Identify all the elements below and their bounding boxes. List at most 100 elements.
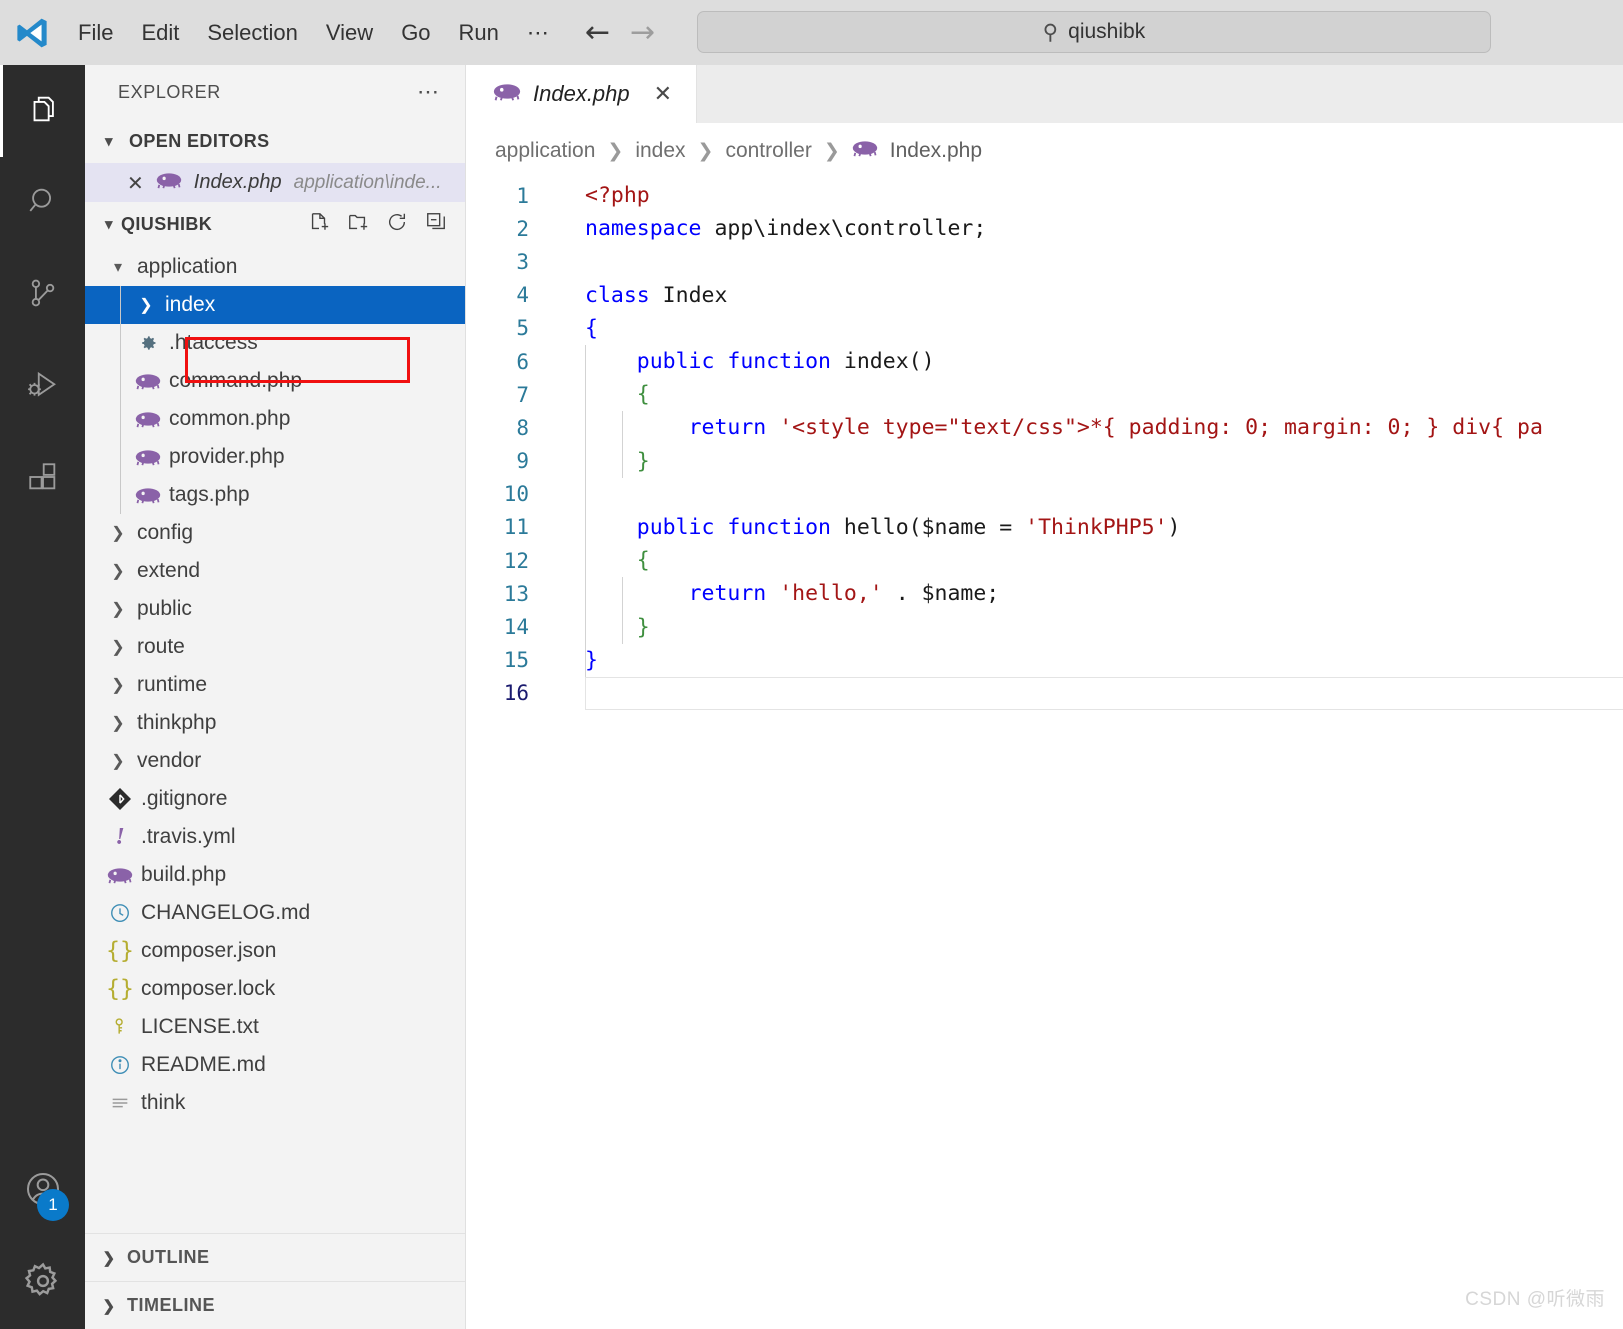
tree-item-provider-php[interactable]: provider.php <box>85 438 465 476</box>
code-line[interactable]: 2 namespace app\index\controller; <box>467 212 1623 245</box>
menu-edit[interactable]: Edit <box>127 14 193 52</box>
code-line[interactable]: 12 { <box>467 544 1623 577</box>
activity-search[interactable] <box>0 157 85 249</box>
menu-go[interactable]: Go <box>387 14 444 52</box>
line-number: 16 <box>503 681 529 706</box>
tree-item-index[interactable]: ❯ index <box>85 286 465 324</box>
tree-item-common-php[interactable]: common.php <box>85 400 465 438</box>
code-token: { <box>585 315 598 341</box>
tree-item-readme-md[interactable]: README.md <box>85 1046 465 1084</box>
code-editor[interactable]: 1 <?php 2 namespace app\index\controller; 3 4… <box>467 179 1623 1329</box>
tree-item-thinkphp[interactable]: ❯ thinkphp <box>85 704 465 742</box>
collapse-all-icon[interactable] <box>425 211 447 238</box>
activity-settings[interactable] <box>0 1237 85 1329</box>
close-icon[interactable]: ✕ <box>127 171 144 195</box>
json-icon: {} <box>106 938 134 964</box>
menu-view[interactable]: View <box>312 14 387 52</box>
code-line[interactable]: 7 { <box>467 378 1623 411</box>
code-line[interactable]: 15} <box>467 644 1623 677</box>
ellipsis-icon[interactable]: ⋯ <box>417 79 441 105</box>
tree-item-think[interactable]: think <box>85 1084 465 1122</box>
section-timeline[interactable]: ❯ TIMELINE <box>85 1281 465 1329</box>
outline-label: OUTLINE <box>127 1247 210 1267</box>
code-line[interactable]: 14 } <box>467 610 1623 643</box>
tree-item-gitignore[interactable]: .gitignore <box>85 780 465 818</box>
code-line[interactable]: 10 <box>467 478 1623 511</box>
menu-file[interactable]: File <box>64 14 127 52</box>
tree-item-extend[interactable]: ❯ extend <box>85 552 465 590</box>
tree-item-label: extend <box>137 559 201 582</box>
activity-account[interactable]: 1 <box>0 1145 85 1237</box>
line-number: 3 <box>516 249 529 274</box>
code-line[interactable]: 11 public function hello($name = 'ThinkP… <box>467 511 1623 544</box>
code-line[interactable]: 8 return '<style type="text/css">*{ padd… <box>467 411 1623 444</box>
tree-item-composer-lock[interactable]: {} composer.lock <box>85 970 465 1008</box>
tree-item-config[interactable]: ❯ config <box>85 514 465 552</box>
tree-item-build-php[interactable]: build.php <box>85 856 465 894</box>
tree-item-command-php[interactable]: command.php <box>85 362 465 400</box>
activity-run-debug[interactable] <box>0 341 85 433</box>
indent-guide <box>585 345 586 677</box>
tree-item-runtime[interactable]: ❯ runtime <box>85 666 465 704</box>
project-actions <box>308 211 465 238</box>
section-outline[interactable]: ❯ OUTLINE <box>85 1233 465 1281</box>
tree-item-label: .htaccess <box>169 331 258 354</box>
code-token: { <box>636 382 650 408</box>
code-token: function <box>727 514 831 540</box>
tree-item-route[interactable]: ❯ route <box>85 628 465 666</box>
code-line[interactable]: 6 public function index() <box>467 345 1623 378</box>
code-line[interactable]: 1 <?php <box>467 179 1623 212</box>
indent-guide <box>622 411 623 478</box>
activity-source-control[interactable] <box>0 249 85 341</box>
activity-explorer[interactable] <box>0 65 85 157</box>
menu-run[interactable]: Run <box>445 14 513 52</box>
chevron-right-icon: ❯ <box>111 715 125 732</box>
refresh-icon[interactable] <box>386 211 408 238</box>
breadcrumb-index[interactable]: index <box>635 139 685 163</box>
tree-item-travis-yml[interactable]: ! .travis.yml <box>85 818 465 856</box>
tab-index-php[interactable]: Index.php ✕ <box>467 65 698 123</box>
open-editors-label: OPEN EDITORS <box>129 130 270 151</box>
tree-item-label: thinkphp <box>137 711 217 734</box>
new-file-icon[interactable] <box>308 211 330 238</box>
search-input[interactable]: ⚲ qiushibk <box>697 11 1491 53</box>
line-number: 1 <box>516 183 529 208</box>
code-line[interactable]: 5{ <box>467 312 1623 345</box>
tree-item-license-txt[interactable]: LICENSE.txt <box>85 1008 465 1046</box>
source-control-icon <box>26 276 60 315</box>
chevron-right-icon: ❯ <box>102 1297 116 1315</box>
menu-more[interactable]: ⋯ <box>513 14 563 52</box>
tree-item-public[interactable]: ❯ public <box>85 590 465 628</box>
gear-file-icon <box>133 333 163 353</box>
activity-extensions[interactable] <box>0 433 85 525</box>
arrow-right-icon[interactable]: → <box>630 17 655 48</box>
new-folder-icon[interactable] <box>347 211 369 238</box>
menu-selection[interactable]: Selection <box>193 14 312 52</box>
arrow-left-icon[interactable]: ← <box>585 17 610 48</box>
php-icon <box>852 139 878 163</box>
tree-item-htaccess[interactable]: .htaccess <box>85 324 465 362</box>
code-line[interactable]: 13 return 'hello,' . $name; <box>467 577 1623 610</box>
extensions-icon <box>26 460 60 499</box>
breadcrumb-file[interactable]: Index.php <box>890 139 982 163</box>
breadcrumb-application[interactable]: application <box>495 139 595 163</box>
watermark: CSDN @听微雨 <box>1465 1289 1605 1310</box>
tree-item-tags-php[interactable]: tags.php <box>85 476 465 514</box>
section-project-root[interactable]: ▾ QIUSHIBK <box>85 202 465 246</box>
close-icon[interactable]: ✕ <box>654 82 672 107</box>
tree-item-changelog-md[interactable]: CHANGELOG.md <box>85 894 465 932</box>
code-line[interactable]: 9 } <box>467 445 1623 478</box>
code-line[interactable]: 3 <box>467 245 1623 278</box>
code-line[interactable]: 16 <box>467 676 1623 710</box>
code-line[interactable]: 4 class Index <box>467 279 1623 312</box>
open-editor-item[interactable]: ✕ Index.php application\inde... <box>85 163 465 202</box>
tree-item-composer-json[interactable]: {} composer.json <box>85 932 465 970</box>
tree-item-vendor[interactable]: ❯ vendor <box>85 742 465 780</box>
section-open-editors[interactable]: ▾ OPEN EDITORS <box>85 119 465 163</box>
tree-item-application[interactable]: ▾ application <box>85 248 465 286</box>
breadcrumb-controller[interactable]: controller <box>725 139 811 163</box>
info-icon <box>105 1054 135 1076</box>
